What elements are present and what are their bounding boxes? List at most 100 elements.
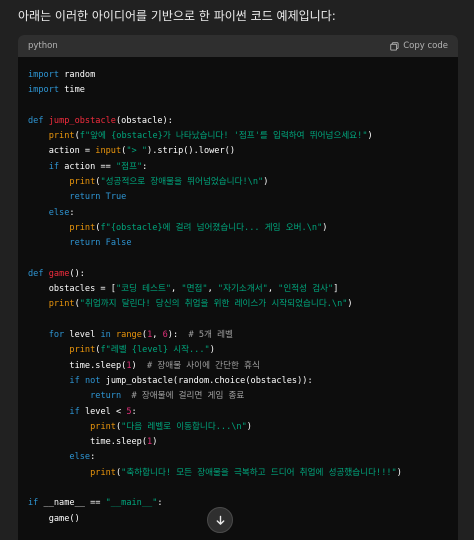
- code-token: action =: [28, 146, 96, 157]
- code-token: print: [90, 421, 116, 432]
- code-token: import: [28, 85, 60, 96]
- code-token: "__main__": [105, 498, 158, 509]
- code-token: :: [131, 406, 137, 417]
- code-token: ): [396, 467, 402, 478]
- code-token: True: [105, 192, 127, 203]
- copy-icon: [390, 41, 399, 51]
- code-line: print(f"{obstacle}에 걸려 넘어졌습니다... 게임 오버.\…: [28, 221, 402, 236]
- code-token: f"앞에 {obstacle}가 나타났습니다! '점프'를 입력하여 뛰어넘으…: [79, 131, 368, 142]
- code-token: # 5개 레벨: [188, 330, 233, 341]
- code-token: print: [90, 467, 116, 478]
- code-token: if: [69, 375, 80, 386]
- code-token: "> ": [126, 146, 148, 157]
- code-token: game(): [28, 513, 80, 524]
- copy-code-button[interactable]: Copy code: [390, 41, 448, 51]
- code-token: ): [347, 299, 353, 310]
- code-token: import: [28, 70, 60, 80]
- code-line: print("성공적으로 장애물을 뛰어넘었습니다!\n"): [28, 175, 402, 190]
- code-token: ,: [171, 284, 182, 295]
- code-line: return False: [28, 236, 402, 251]
- code-token: __name__ ==: [38, 498, 106, 509]
- code-line: action = input("> ").strip().lower(): [28, 144, 402, 159]
- code-line: return # 장애물에 걸리면 게임 종료: [28, 389, 402, 404]
- code-token: "코딩 테스트": [115, 284, 172, 295]
- code-token: in: [100, 330, 111, 341]
- code-token: # 장애물에 걸리면 게임 종료: [131, 391, 245, 402]
- code-token: ): [322, 222, 328, 233]
- code-line: if not jump_obstacle(random.choice(obsta…: [28, 374, 402, 389]
- code-token: ): [367, 131, 373, 142]
- code-line: def game():: [28, 267, 402, 282]
- code-block: python Copy code import random import tim…: [18, 35, 458, 540]
- code-token: print: [48, 131, 75, 142]
- scroll-to-bottom-button[interactable]: [207, 507, 233, 533]
- copy-code-label: Copy code: [403, 41, 448, 51]
- code-token: if: [28, 498, 39, 509]
- code-token: level <: [79, 406, 127, 417]
- code-line: else:: [28, 206, 402, 221]
- code-token: "성공적으로 장애물을 뛰어넘었습니다!\n": [100, 177, 264, 188]
- code-line: if action == "점프":: [28, 160, 402, 175]
- code-token: level: [64, 330, 101, 341]
- code-token: f"{obstacle}에 걸려 넘어졌습니다... 게임 오버.\n": [100, 222, 323, 233]
- code-token: ,: [267, 284, 279, 295]
- code-token: ,: [207, 284, 218, 295]
- code-token: # 장애물 사이에 간단한 휴식: [147, 360, 260, 371]
- code-token: range: [116, 330, 142, 341]
- code-line: time.sleep(1): [28, 435, 402, 450]
- code-token: "인적성 검사": [278, 284, 334, 295]
- code-token: ).strip().lower(): [147, 146, 235, 157]
- code-token: def: [28, 268, 44, 279]
- code-line: obstacles = ["코딩 테스트", "면접", "자기소개서", "인…: [28, 282, 402, 297]
- code-token: "점프": [115, 161, 143, 172]
- code-line: print("축하합니다! 모든 장애물을 극복하고 드디어 취업에 성공했습니…: [28, 466, 402, 481]
- code-token: action ==: [59, 161, 116, 172]
- code-content: import random import time def jump_obstac…: [18, 68, 402, 527]
- code-token: else: [69, 452, 91, 463]
- code-token: ): [263, 177, 269, 188]
- code-token: :: [157, 498, 163, 509]
- intro-text: 아래는 이러한 아이디어를 기반으로 한 파이썬 코드 예제입니다:: [18, 9, 336, 23]
- code-token: input: [95, 146, 122, 157]
- code-token: return: [69, 192, 101, 203]
- code-token: else: [48, 207, 70, 218]
- code-line: print(f"앞에 {obstacle}가 나타났습니다! '점프'를 입력하…: [28, 129, 402, 144]
- code-line: else:: [28, 450, 402, 465]
- code-language-label: python: [28, 41, 58, 51]
- code-header: python Copy code: [18, 35, 458, 57]
- code-token: ): [209, 345, 215, 356]
- code-token: ):: [167, 330, 189, 341]
- code-token: ): [246, 421, 252, 432]
- code-token: print: [69, 345, 96, 356]
- code-token: def: [28, 115, 44, 126]
- code-token: "면접": [181, 284, 208, 295]
- arrow-down-icon: [216, 515, 224, 525]
- code-token: "취업까지 달린다! 당신의 취업을 위한 레이스가 시작되었습니다.\n": [79, 299, 348, 310]
- code-line: print("다음 레벨로 이동합니다...\n"): [28, 420, 402, 435]
- code-token: random: [59, 70, 96, 80]
- code-token: time.sleep(: [28, 360, 127, 371]
- code-token: jump_obstacle: [48, 115, 116, 126]
- code-token: :: [90, 452, 96, 463]
- code-token: game: [48, 268, 70, 279]
- code-token: "다음 레벨로 이동합니다...\n": [121, 421, 247, 432]
- code-line: for level in range(1, 6): # 5개 레벨: [28, 328, 402, 343]
- code-line: time.sleep(1) # 장애물 사이에 간단한 휴식: [28, 359, 402, 374]
- code-token: print: [48, 299, 75, 310]
- code-line: import time: [28, 83, 402, 98]
- code-token: :: [69, 207, 75, 218]
